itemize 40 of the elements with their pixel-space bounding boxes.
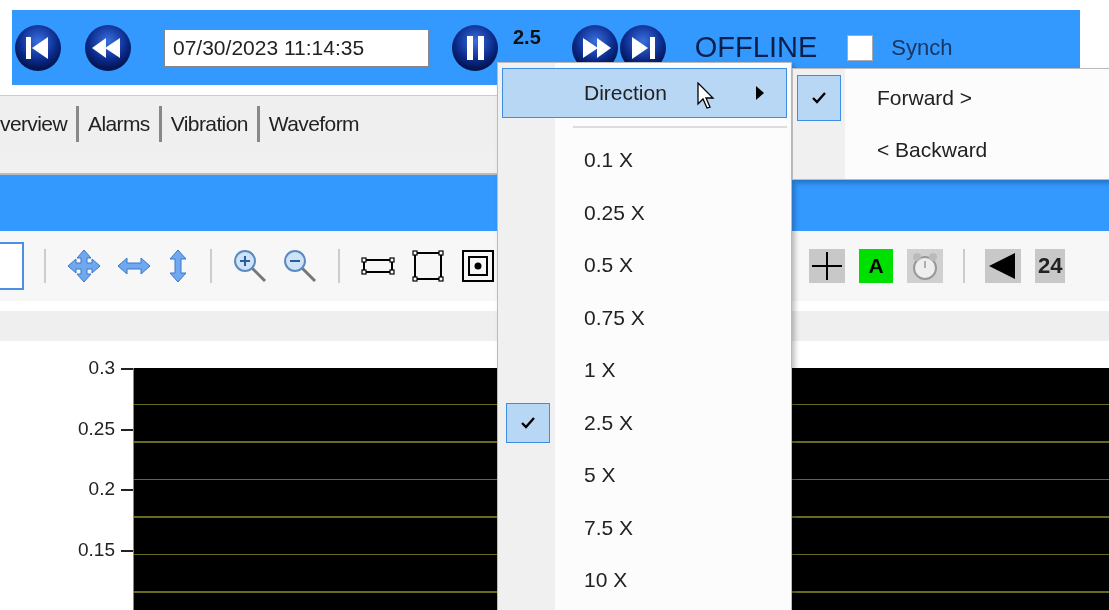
pause-button[interactable] [451,23,499,72]
synch-label: Synch [891,34,953,61]
zoom-in-icon[interactable] [232,248,268,284]
synch-checkbox[interactable] [847,34,874,61]
combo-box[interactable] [0,242,24,290]
menu-item[interactable]: 5 X [584,463,616,488]
tab[interactable]: Vibration [161,111,257,136]
square-box-icon[interactable] [410,248,446,284]
menu-item[interactable]: Forward > [877,86,973,110]
tab[interactable]: verview [0,111,76,136]
axis-label: 0.3 [88,356,115,380]
axis-label: 0.15 [78,537,115,562]
submenu-arrow-icon [756,86,764,100]
auto-button[interactable]: A [859,249,893,283]
date-time-field[interactable]: 07/30/2023 11:14:35 [164,28,429,67]
menu-item[interactable]: 2.5 X [584,410,634,435]
status-label: OFFLINE [694,31,818,64]
pointer-icon [697,82,717,110]
skip-to-start-button[interactable] [14,23,62,72]
menu-item[interactable]: 10 X [584,568,628,593]
zoom-out-icon[interactable] [282,248,318,284]
menu-item[interactable]: 0.5 X [584,253,634,278]
rewind-button[interactable] [84,23,132,72]
target-box-icon[interactable] [460,248,496,284]
menu-item[interactable]: Direction [502,68,787,118]
menu-item[interactable]: 0.1 X [584,148,634,173]
tab[interactable]: Alarms [79,111,159,136]
pan-icon[interactable] [66,248,102,284]
menu-item[interactable]: 1 X [584,358,616,383]
tab[interactable]: Waveform [259,111,368,136]
menu-item[interactable]: 0.25 X [584,200,645,225]
menu-item[interactable]: < Backward [877,138,988,162]
page-number: 24 [1035,249,1066,283]
vertical-arrows-icon[interactable] [166,248,190,284]
speed-label: 2.5 [513,26,541,49]
menu-item[interactable]: 7.5 X [584,515,634,540]
axis-label: 0.2 [88,477,115,501]
crosshair-icon[interactable] [809,249,845,283]
axis-label: 0.25 [78,416,115,441]
menu-item[interactable]: 0.75 X [584,305,645,330]
